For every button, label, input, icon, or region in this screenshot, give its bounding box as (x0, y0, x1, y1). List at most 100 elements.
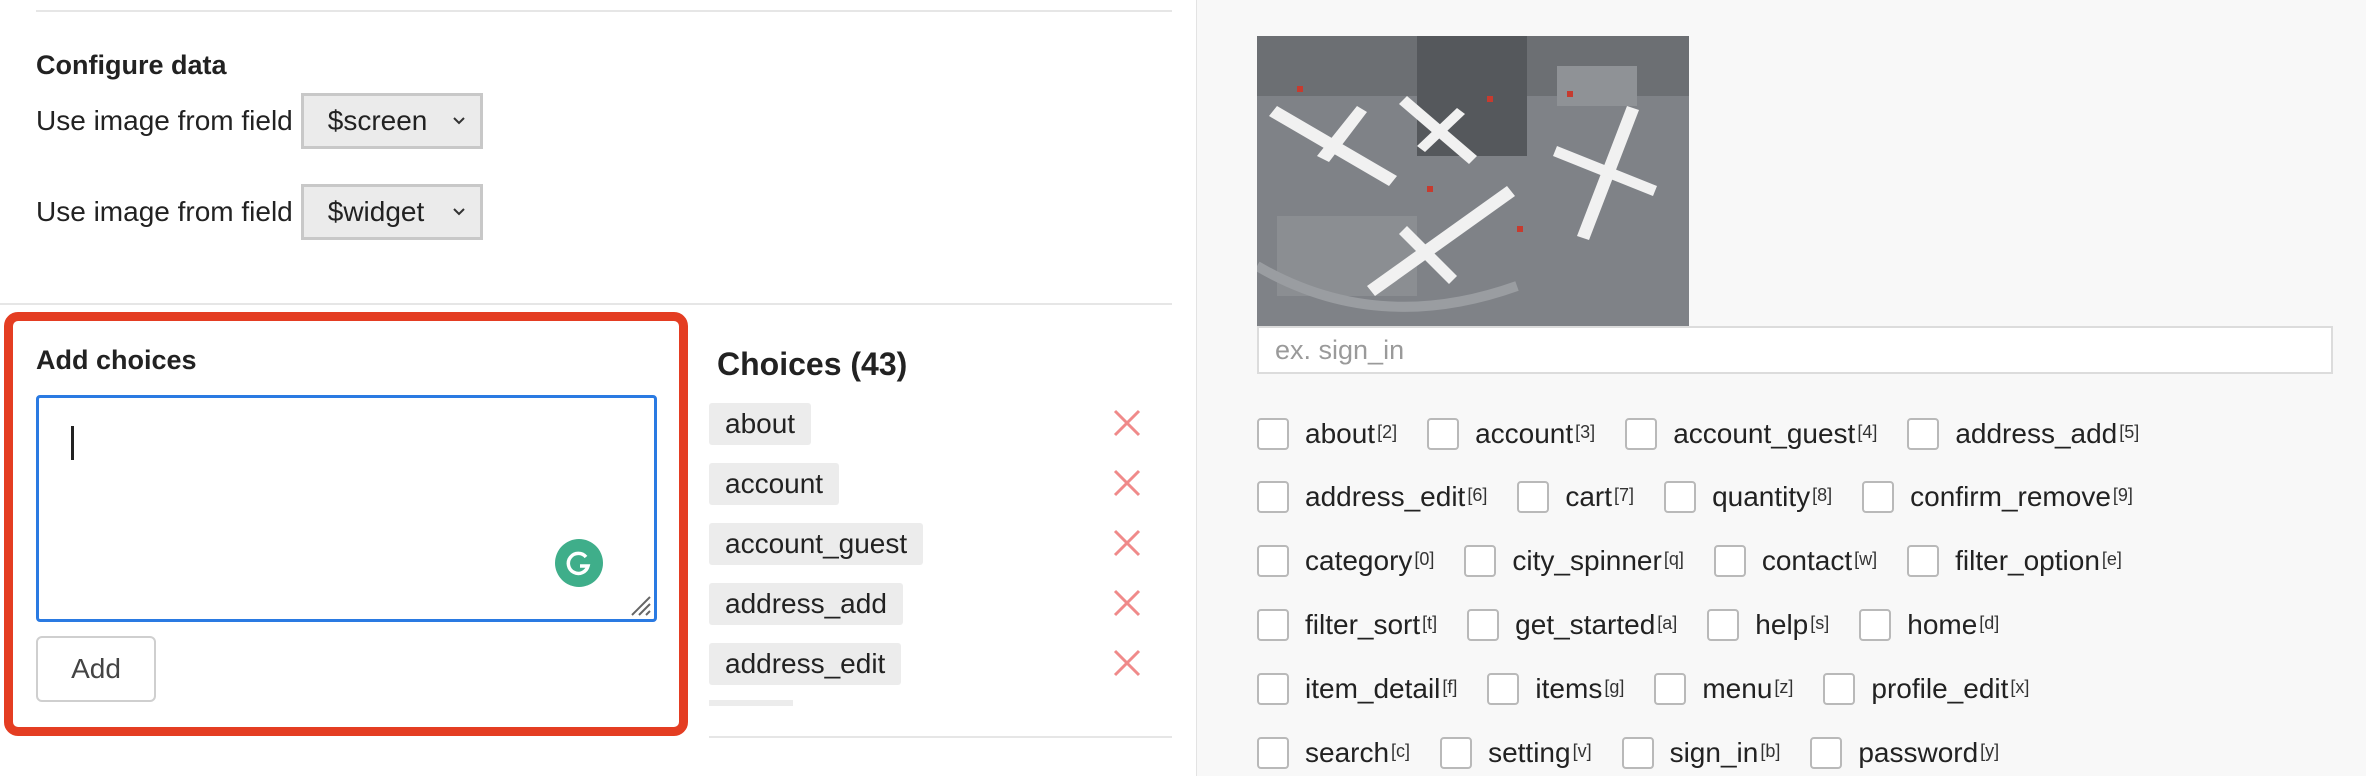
shortcut-key: [f] (1442, 676, 1458, 697)
choice-checkbox-item[interactable]: city_spinner [q] (1464, 545, 1684, 577)
checkbox[interactable] (1257, 609, 1289, 641)
shortcut-key: [x] (2010, 676, 2030, 697)
checkbox-row: category [0] city_spinner [q] contact [w] f… (1257, 545, 2152, 577)
checkbox[interactable] (1464, 545, 1497, 577)
choice-chip-partial (709, 700, 793, 706)
checkbox-label: help (1755, 609, 1809, 640)
search-input[interactable] (1257, 326, 2333, 374)
chevron-down-icon (453, 208, 465, 216)
checkbox[interactable] (1517, 481, 1550, 513)
choice-checkbox-item[interactable]: get_started [a] (1467, 609, 1677, 641)
choice-chip: about (709, 403, 812, 445)
remove-icon[interactable] (1109, 465, 1145, 501)
select-value: $widget (327, 196, 425, 227)
checkbox-label: category (1305, 545, 1413, 576)
shortcut-key: [c] (1391, 740, 1411, 761)
shortcut-key: [9] (2112, 484, 2133, 505)
checkbox-label: filter_option (1955, 545, 2100, 576)
choice-checkbox-item[interactable]: address_edit [6] (1257, 481, 1487, 513)
checkbox[interactable] (1257, 673, 1289, 705)
checkbox[interactable] (1707, 609, 1740, 641)
checkbox[interactable] (1810, 737, 1843, 769)
checkbox[interactable] (1654, 673, 1687, 705)
image-field-row-screen: Use image from field $screen (36, 93, 483, 149)
checkbox-label: filter_sort (1305, 609, 1421, 640)
shortcut-key: [t] (1422, 612, 1438, 633)
shortcut-key: [d] (1979, 612, 2000, 633)
checkbox[interactable] (1859, 609, 1892, 641)
choice-checkbox-item[interactable]: items [g] (1487, 673, 1624, 705)
shortcut-key: [b] (1760, 740, 1781, 761)
checkbox[interactable] (1625, 418, 1658, 450)
checkbox[interactable] (1664, 481, 1697, 513)
checkbox[interactable] (1907, 545, 1940, 577)
field-label: Use image from field (36, 105, 293, 136)
checkbox[interactable] (1487, 673, 1520, 705)
choice-checkbox-item[interactable]: filter_option [e] (1907, 545, 2122, 577)
choice-checkbox-item[interactable]: quantity [8] (1664, 481, 1832, 513)
choice-checkbox-item[interactable]: home [d] (1859, 609, 1999, 641)
checkbox-label: items (1535, 673, 1603, 704)
checkbox-label: profile_edit (1871, 673, 2009, 704)
choice-item: address_edit (709, 643, 1149, 689)
shortcut-key: [v] (1572, 740, 1592, 761)
shortcut-key: [3] (1575, 421, 1596, 442)
preview-pane: about[2] account[3] account_guest[4] add… (1197, 0, 2366, 776)
checkbox[interactable] (1427, 418, 1460, 450)
choice-checkbox-item[interactable]: category [0] (1257, 545, 1434, 577)
choice-checkbox-item[interactable]: search [c] (1257, 737, 1410, 769)
remove-icon[interactable] (1109, 585, 1145, 621)
checkbox[interactable] (1257, 545, 1289, 577)
choice-checkbox-item[interactable]: sign_in [b] (1621, 737, 1781, 769)
shortcut-key: [2] (1377, 421, 1398, 442)
select-value: $screen (327, 105, 428, 136)
chevron-down-icon (453, 117, 465, 125)
shortcut-key: [q] (1663, 548, 1684, 569)
highlight-box (4, 312, 688, 736)
shortcut-key: [5] (2119, 421, 2140, 442)
checkbox[interactable] (1862, 481, 1895, 513)
checkbox-label: cart (1565, 481, 1613, 512)
choice-checkbox-item[interactable]: about [2] (1257, 418, 1397, 450)
widget-field-select[interactable]: $widget (300, 184, 483, 240)
checkbox-label: city_spinner (1512, 545, 1662, 576)
choice-checkbox-item[interactable]: confirm_remove [9] (1862, 481, 2133, 513)
checkbox[interactable] (1257, 418, 1289, 450)
choice-checkbox-item[interactable]: password [y] (1810, 737, 1999, 769)
remove-icon[interactable] (1109, 525, 1145, 561)
checkbox[interactable] (1257, 481, 1289, 513)
choice-checkbox-item[interactable]: filter_sort [t] (1257, 609, 1437, 641)
screenshot-thumbnail (1257, 36, 1689, 326)
shortcut-key: [6] (1467, 484, 1488, 505)
checkbox-label: about (1305, 418, 1376, 449)
choice-chip: account_guest (709, 523, 924, 565)
choice-checkbox-item[interactable]: account_guest [4] (1625, 418, 1877, 450)
checkbox[interactable] (1823, 673, 1856, 705)
choice-checkbox-item[interactable]: help [s] (1707, 609, 1829, 641)
remove-icon[interactable] (1109, 645, 1145, 681)
choice-checkbox-item[interactable]: contact [w] (1713, 545, 1877, 577)
checkbox-label: account (1475, 418, 1574, 449)
choice-checkbox-item[interactable]: menu [z] (1654, 673, 1793, 705)
choice-checkbox-item[interactable]: address_add [5] (1907, 418, 2139, 450)
choice-checkbox-item[interactable]: profile_edit [x] (1823, 673, 2029, 705)
top-divider (36, 10, 1172, 12)
checkbox[interactable] (1621, 737, 1654, 769)
checkbox[interactable] (1440, 737, 1473, 769)
shortcut-key: [s] (1810, 612, 1830, 633)
choice-checkbox-item[interactable]: account [3] (1427, 418, 1595, 450)
screen-field-select[interactable]: $screen (300, 93, 483, 149)
choice-checkbox-item[interactable]: cart [7] (1517, 481, 1634, 513)
left-pane: Configure data Use image from field $scr… (0, 0, 1196, 776)
checkbox[interactable] (1467, 609, 1500, 641)
remove-icon[interactable] (1109, 405, 1145, 441)
bottom-divider (709, 736, 1172, 738)
choice-chip: address_add (709, 583, 903, 625)
choice-checkbox-item[interactable]: item_detail [f] (1257, 673, 1457, 705)
checkbox[interactable] (1713, 545, 1746, 577)
choice-checkbox-item[interactable]: setting [v] (1440, 737, 1592, 769)
checkbox[interactable] (1257, 737, 1289, 769)
checkbox[interactable] (1907, 418, 1940, 450)
shortcut-key: [y] (1980, 740, 2000, 761)
checkbox-label: search (1305, 737, 1390, 768)
